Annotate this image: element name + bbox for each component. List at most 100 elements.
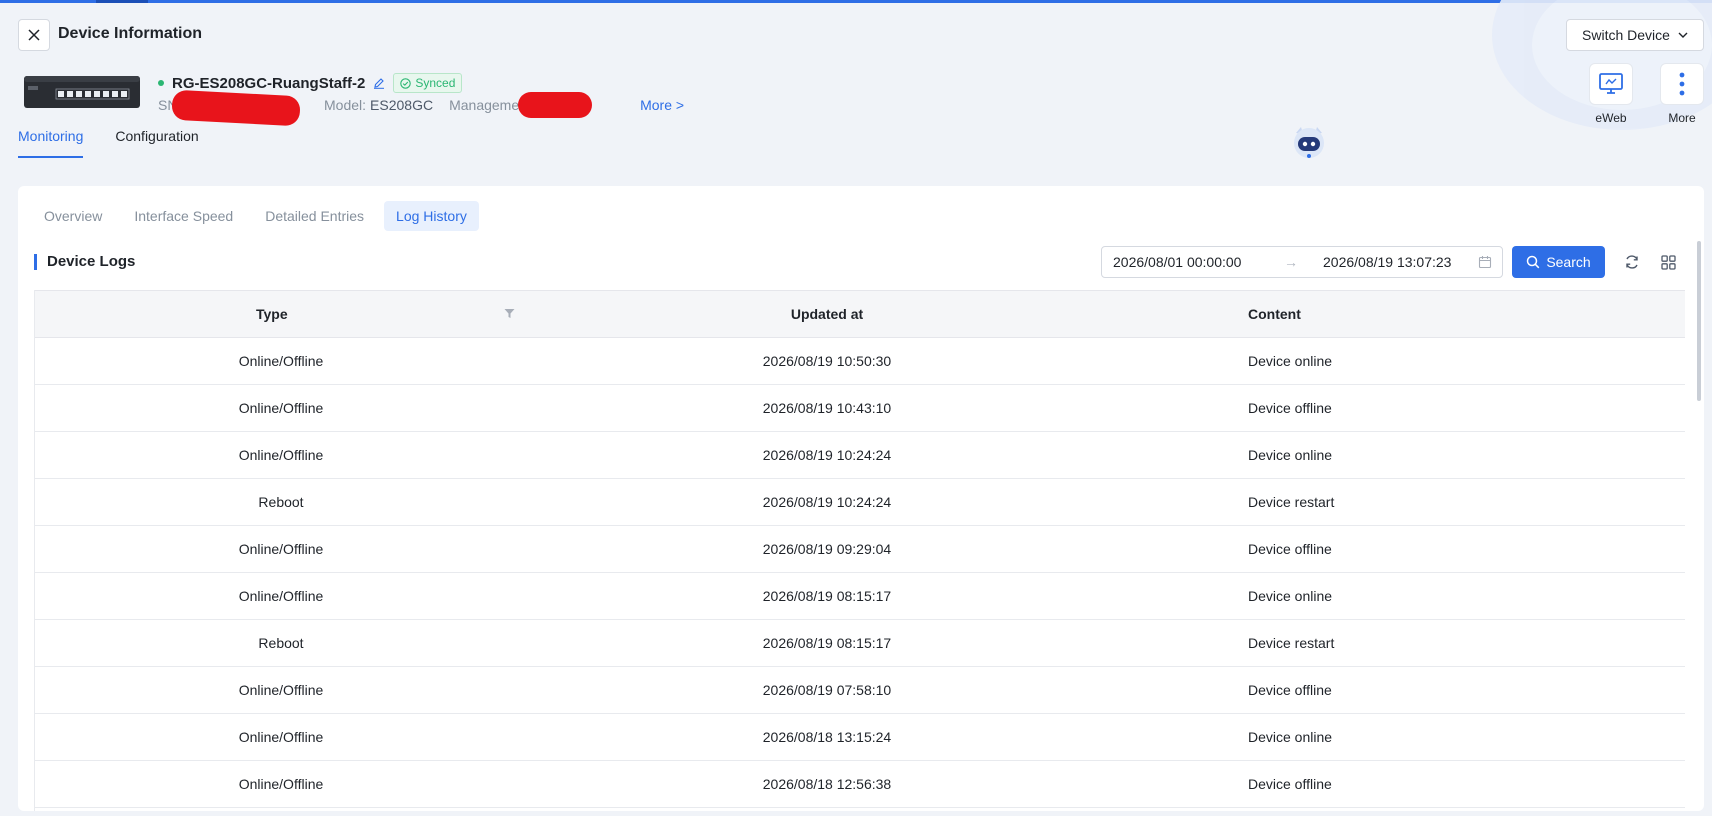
page-title: Device Information (58, 25, 203, 42)
eweb-label: eWeb (1595, 111, 1627, 125)
grid-icon (1660, 254, 1676, 270)
cell-updated: 2026/08/19 07:58:10 (527, 666, 1127, 714)
table-row: Online/Offline 2026/08/19 10:50:30 Devic… (35, 337, 1685, 385)
cell-type: Online/Offline (35, 713, 527, 761)
column-settings-button[interactable] (1658, 252, 1678, 272)
refresh-icon (1626, 255, 1638, 269)
subtab-interface-speed[interactable]: Interface Speed (122, 201, 245, 231)
table-row: Online/Offline 2026/08/19 08:15:17 Devic… (35, 572, 1685, 620)
table-header-row: Type Updated at Content (35, 290, 1685, 338)
calendar-icon (1478, 255, 1492, 269)
cell-updated: 2026/08/18 13:15:24 (527, 713, 1127, 761)
cell-updated: 2026/08/19 10:43:10 (527, 384, 1127, 432)
search-button[interactable]: Search (1512, 246, 1605, 278)
more-actions-button[interactable]: More (1659, 63, 1705, 125)
arrow-right-icon: → (1284, 254, 1298, 270)
cell-type: Reboot (35, 619, 527, 667)
cell-type: Online/Offline (35, 384, 527, 432)
eweb-button[interactable]: eWeb (1588, 63, 1634, 125)
cell-content: Device online (1127, 431, 1685, 479)
table-row: Online/Offline 2026/08/19 07:58:10 Devic… (35, 666, 1685, 714)
edit-icon (374, 78, 385, 89)
cell-updated: 2026/08/19 08:15:17 (527, 572, 1127, 620)
switch-device-label: Switch Device (1582, 27, 1670, 43)
online-status-dot (158, 80, 164, 86)
cell-content: Device restart (1127, 619, 1685, 667)
device-name-row: RG-ES208GC-RuangStaff-2 Synced (158, 73, 463, 93)
date-range-picker[interactable]: 2026/08/01 00:00:00 → 2026/08/19 13:07:2… (1101, 246, 1503, 278)
column-header-content: Content (1127, 290, 1685, 338)
more-vertical-icon (1679, 72, 1685, 96)
cell-type: Online/Offline (35, 431, 527, 479)
subtab-detailed-entries[interactable]: Detailed Entries (253, 201, 376, 231)
model-value: ES208GC (370, 97, 434, 113)
table-row: Online/Offline 2026/08/19 10:24:24 Devic… (35, 431, 1685, 479)
column-header-updated: Updated at (527, 290, 1127, 338)
subtab-overview[interactable]: Overview (32, 201, 114, 231)
content-panel: Overview Interface Speed Detailed Entrie… (18, 186, 1704, 811)
cell-updated: 2026/08/19 10:24:24 (527, 431, 1127, 479)
synced-status-badge: Synced (393, 73, 463, 93)
cell-updated: 2026/08/19 09:29:04 (527, 525, 1127, 573)
device-name: RG-ES208GC-RuangStaff-2 (172, 74, 366, 92)
table-row: Online/Offline 2026/08/19 09:29:04 Devic… (35, 525, 1685, 573)
device-image (24, 76, 140, 108)
close-icon (28, 29, 40, 41)
cell-content: Device restart (1127, 478, 1685, 526)
subtab-log-history[interactable]: Log History (384, 201, 479, 231)
check-circle-icon (400, 77, 412, 89)
section-title: Device Logs (34, 254, 135, 270)
search-label: Search (1546, 254, 1591, 270)
cell-content: Device offline (1127, 525, 1685, 573)
sub-tabs: Overview Interface Speed Detailed Entrie… (32, 201, 479, 231)
monitor-icon (1599, 73, 1623, 94)
cell-type: Online/Offline (35, 666, 527, 714)
cell-updated: 2026/08/19 10:24:24 (527, 478, 1127, 526)
cell-type: Online/Offline (35, 525, 527, 573)
table-row: Reboot 2026/08/19 08:15:17 Device restar… (35, 619, 1685, 667)
model-label: Model: (324, 97, 367, 113)
tab-monitoring[interactable]: Monitoring (18, 128, 84, 158)
cell-updated: 2026/08/19 08:15:17 (527, 619, 1127, 667)
cell-type: Online/Offline (35, 572, 527, 620)
filter-icon (504, 309, 515, 318)
redaction-mark (171, 89, 301, 127)
switch-device-button[interactable]: Switch Device (1566, 19, 1704, 51)
more-info-link[interactable]: More > (640, 97, 684, 113)
logs-table: Type Updated at Content Online/Offline 2… (34, 290, 1685, 811)
top-accent-bar (0, 0, 1712, 3)
tab-configuration[interactable]: Configuration (115, 128, 198, 158)
model-info: Model: ES208GC (324, 97, 433, 113)
vertical-scrollbar[interactable] (1697, 241, 1701, 401)
column-header-type-label: Type (256, 306, 288, 322)
chevron-down-icon (1678, 32, 1688, 38)
cell-updated: 2026/08/19 10:50:30 (527, 337, 1127, 385)
table-row: Online/Offline 2026/08/18 13:15:24 Devic… (35, 713, 1685, 761)
cell-content: Device online (1127, 572, 1685, 620)
column-header-type: Type (35, 290, 527, 338)
table-row: Reboot 2026/08/19 10:24:24 Device restar… (35, 478, 1685, 526)
table-row: Online/Offline 2026/08/18 12:56:38 Devic… (35, 760, 1685, 808)
synced-label: Synced (415, 76, 456, 90)
assistant-mascot-icon[interactable] (1290, 123, 1328, 161)
close-button[interactable] (18, 19, 50, 51)
table-row: Online/Offline 2026/08/19 10:43:10 Devic… (35, 384, 1685, 432)
type-filter-button[interactable] (504, 308, 515, 319)
more-label: More (1668, 111, 1696, 125)
cell-content: Device offline (1127, 384, 1685, 432)
cell-type: Online/Offline (35, 760, 527, 808)
main-tabs: Monitoring Configuration (18, 128, 199, 158)
cell-content: Device online (1127, 337, 1685, 385)
edit-name-button[interactable] (373, 77, 385, 89)
refresh-button[interactable] (1622, 252, 1642, 272)
cell-type: Online/Offline (35, 337, 527, 385)
date-end-input[interactable]: 2026/08/19 13:07:23 (1312, 254, 1492, 270)
search-icon (1527, 255, 1540, 269)
cell-content: Device offline (1127, 760, 1685, 808)
redaction-mark (518, 92, 592, 118)
cell-updated: 2026/08/18 12:56:38 (527, 760, 1127, 808)
date-start-input[interactable]: 2026/08/01 00:00:00 (1102, 254, 1282, 270)
cell-content: Device offline (1127, 666, 1685, 714)
cell-type: Reboot (35, 478, 527, 526)
cell-content: Device online (1127, 713, 1685, 761)
